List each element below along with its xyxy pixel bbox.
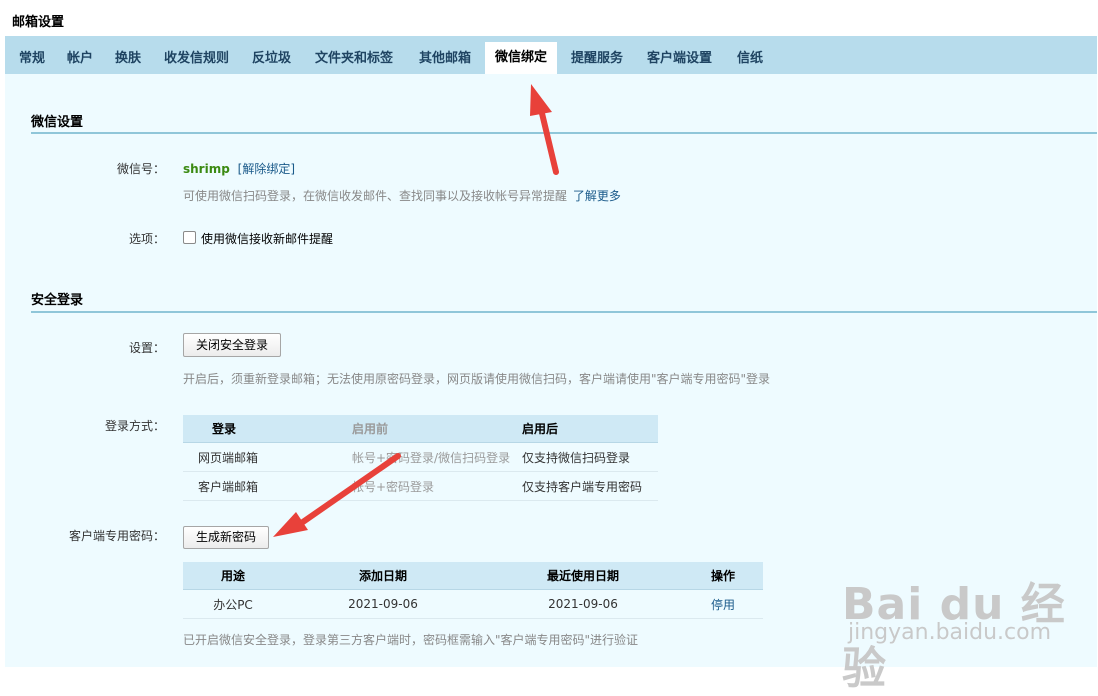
table-cell: 帐号+密码登录 — [352, 471, 522, 501]
tab-skin[interactable]: 换肤 — [105, 44, 151, 74]
tab-other-mailbox[interactable]: 其他邮箱 — [409, 44, 481, 74]
client-password-label: 客户端专用密码： — [68, 529, 165, 543]
settings-tab-bar: 常规 帐户 换肤 收发信规则 反垃圾 文件夹和标签 其他邮箱 微信绑定 提醒服务… — [5, 36, 1097, 74]
wechat-account-value: shrimp — [183, 162, 230, 176]
tab-wechat-binding[interactable]: 微信绑定 — [485, 42, 558, 74]
table-cell: 仅支持客户端专用密码 — [522, 471, 658, 501]
unbind-link[interactable]: [解除绑定] — [238, 162, 295, 176]
table-cell: 仅支持微信扫码登录 — [522, 442, 658, 472]
wechat-section-title: 微信设置 — [31, 115, 84, 130]
tab-mail-rules[interactable]: 收发信规则 — [154, 44, 239, 74]
tab-stationery[interactable]: 信纸 — [727, 44, 773, 74]
table-row: 办公PC 2021-09-06 2021-09-06 停用 — [183, 589, 763, 619]
setting-hint: 开启后，须重新登录邮箱；无法使用原密码登录，网页版请使用微信扫码，客户端请使用"… — [183, 372, 771, 386]
tab-reminders[interactable]: 提醒服务 — [561, 44, 633, 74]
table-cell: 2021-09-06 — [283, 589, 483, 619]
wechat-hint: 可使用微信扫码登录，在微信收发邮件、查找同事以及接收帐号异常提醒 了解更多 — [183, 187, 621, 204]
wechat-account-row: shrimp [解除绑定] — [183, 160, 295, 177]
last-used-col-header: 最近使用日期 — [483, 562, 683, 590]
table-row: 客户端邮箱 帐号+密码登录 仅支持客户端专用密码 — [183, 471, 658, 501]
table-cell: 网页端邮箱 — [183, 442, 352, 472]
wechat-hint-text: 可使用微信扫码登录，在微信收发邮件、查找同事以及接收帐号异常提醒 — [183, 189, 568, 203]
new-mail-reminder-checkbox[interactable] — [183, 231, 196, 244]
table-cell: 客户端邮箱 — [183, 471, 352, 501]
purpose-col-header: 用途 — [183, 562, 283, 590]
options-label: 选项： — [128, 232, 165, 246]
disable-password-link[interactable]: 停用 — [683, 589, 763, 619]
generate-password-button[interactable]: 生成新密码 — [183, 526, 269, 549]
footer-hint: 已开启微信安全登录，登录第三方客户端时，密码框需输入"客户端专用密码"进行验证 — [183, 633, 639, 647]
login-col-header: 登录 — [183, 415, 352, 443]
before-col-header: 启用前 — [352, 415, 522, 443]
tab-anti-spam[interactable]: 反垃圾 — [242, 44, 301, 74]
section-divider — [31, 311, 1097, 313]
login-method-table: 登录 启用前 启用后 网页端邮箱 帐号+密码登录/微信扫码登录 仅支持微信扫码登… — [183, 415, 658, 501]
after-col-header: 启用后 — [522, 415, 658, 443]
tab-general[interactable]: 常规 — [9, 44, 55, 74]
page-title: 邮箱设置 — [12, 15, 65, 30]
secure-section-title: 安全登录 — [31, 293, 84, 308]
disable-link-text[interactable]: 停用 — [711, 598, 735, 612]
login-method-label: 登录方式： — [104, 419, 165, 433]
section-divider — [31, 132, 1097, 134]
client-password-table: 用途 添加日期 最近使用日期 操作 办公PC 2021-09-06 2021-0… — [183, 562, 763, 619]
added-date-col-header: 添加日期 — [283, 562, 483, 590]
tab-folders-labels[interactable]: 文件夹和标签 — [305, 44, 403, 74]
wechat-account-label: 微信号： — [116, 162, 165, 176]
table-row: 网页端邮箱 帐号+密码登录/微信扫码登录 仅支持微信扫码登录 — [183, 442, 658, 472]
content-panel: 微信设置 微信号： shrimp [解除绑定] 可使用微信扫码登录，在微信收发邮… — [5, 74, 1097, 667]
table-cell: 办公PC — [183, 589, 283, 619]
new-mail-reminder-label: 使用微信接收新邮件提醒 — [201, 232, 334, 246]
tab-account[interactable]: 帐户 — [57, 44, 103, 74]
setting-label: 设置： — [128, 341, 165, 355]
table-cell: 2021-09-06 — [483, 589, 683, 619]
tab-client-settings[interactable]: 客户端设置 — [637, 44, 722, 74]
learn-more-link[interactable]: 了解更多 — [573, 189, 621, 203]
close-secure-login-button[interactable]: 关闭安全登录 — [183, 333, 281, 357]
action-col-header: 操作 — [683, 562, 763, 590]
table-cell: 帐号+密码登录/微信扫码登录 — [352, 442, 522, 472]
